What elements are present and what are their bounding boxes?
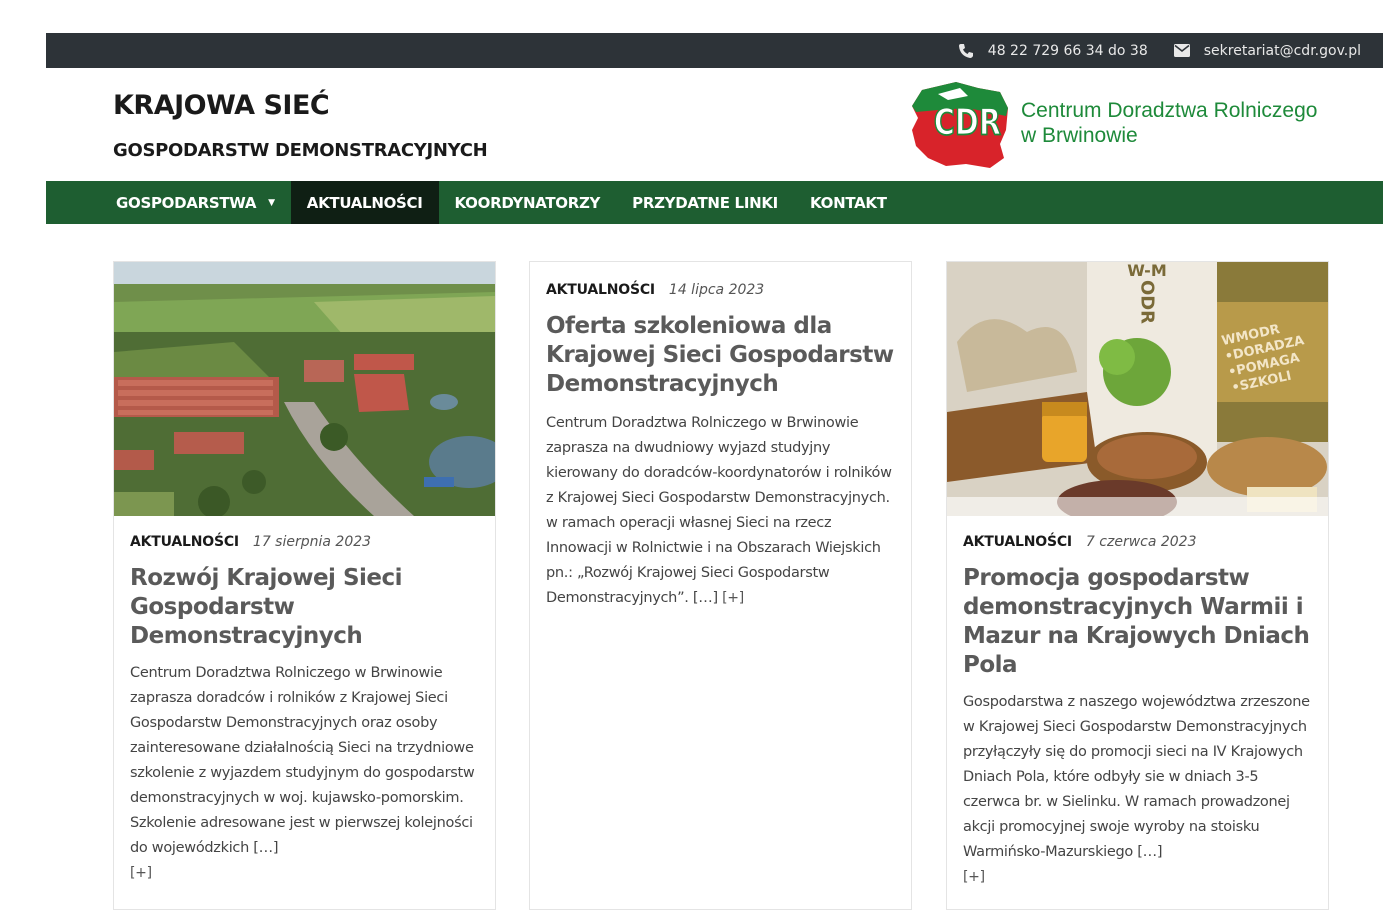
post-card: AKTUALNOŚCI 17 sierpnia 2023 Rozwój Kraj…: [113, 261, 496, 910]
top-bar: 48 22 729 66 34 do 38 sekretariat@cdr.go…: [46, 33, 1383, 68]
nav-item-aktualnosci[interactable]: AKTUALNOŚCI: [290, 181, 439, 224]
nav-item-label: AKTUALNOŚCI: [306, 193, 423, 212]
nav-item-label: GOSPODARSTWA: [116, 193, 257, 212]
phone-number: 48 22 729 66 34 do 38: [987, 42, 1148, 59]
nav-item-label: KOORDYNATORZY: [454, 193, 601, 212]
nav-item-gospodarstwa[interactable]: GOSPODARSTWA ▼: [100, 181, 291, 224]
post-category[interactable]: AKTUALNOŚCI: [963, 534, 1072, 550]
read-more-link[interactable]: [+]: [963, 865, 1312, 890]
email-address: sekretariat@cdr.gov.pl: [1203, 42, 1361, 59]
logo-text: CDR: [934, 100, 1001, 143]
post-excerpt-text: Centrum Doradztwa Rolniczego w Brwinowie…: [130, 665, 475, 856]
banner-sign-top: W-M: [1127, 262, 1167, 280]
post-image-promotion-stand[interactable]: W-M ODR WMODR•DORADZA•POMAGA•SZKOLI: [947, 262, 1328, 516]
post-category[interactable]: AKTUALNOŚCI: [546, 282, 655, 298]
site-title[interactable]: KRAJOWA SIEĆ: [113, 90, 330, 121]
post-meta: AKTUALNOŚCI 7 czerwca 2023: [963, 534, 1312, 550]
organization-name[interactable]: Centrum Doradztwa Rolniczego w Brwinowie: [1021, 98, 1317, 148]
main-navigation: GOSPODARSTWA ▼ AKTUALNOŚCI KOORDYNATORZY…: [46, 181, 1383, 224]
post-excerpt: Centrum Doradztwa Rolniczego w Brwinowie…: [546, 411, 895, 611]
post-meta: AKTUALNOŚCI 14 lipca 2023: [546, 282, 895, 298]
post-title[interactable]: Oferta szkoleniowa dla Krajowej Sieci Go…: [546, 312, 895, 399]
email-contact[interactable]: sekretariat@cdr.gov.pl: [1173, 42, 1361, 59]
nav-item-przydatne-linki[interactable]: PRZYDATNE LINKI: [616, 181, 794, 224]
post-date: 7 czerwca 2023: [1085, 534, 1197, 550]
read-more-link[interactable]: [+]: [722, 590, 744, 606]
organization-name-line1: Centrum Doradztwa Rolniczego: [1021, 99, 1318, 122]
post-card: W-M ODR WMODR•DORADZA•POMAGA•SZKOLI AKTU…: [946, 261, 1329, 910]
nav-item-label: PRZYDATNE LINKI: [632, 193, 778, 212]
post-category[interactable]: AKTUALNOŚCI: [130, 534, 239, 550]
nav-item-koordynatorzy[interactable]: KOORDYNATORZY: [439, 181, 617, 224]
phone-icon: [958, 43, 974, 59]
cdr-logo[interactable]: CDR: [908, 78, 1012, 170]
nav-item-kontakt[interactable]: KONTAKT: [794, 181, 903, 224]
post-card: AKTUALNOŚCI 14 lipca 2023 Oferta szkolen…: [529, 261, 912, 910]
envelope-icon: [1173, 44, 1190, 57]
nav-item-label: KONTAKT: [809, 193, 887, 212]
post-excerpt-text: Gospodarstwa z naszego województwa zrzes…: [963, 694, 1310, 860]
dropdown-caret-icon: ▼: [268, 197, 275, 208]
post-excerpt-text: Centrum Doradztwa Rolniczego w Brwinowie…: [546, 415, 892, 606]
post-excerpt: Gospodarstwa z naszego województwa zrzes…: [963, 690, 1312, 890]
site-header: KRAJOWA SIEĆ GOSPODARSTW DEMONSTRACYJNYC…: [46, 68, 1383, 181]
post-meta: AKTUALNOŚCI 17 sierpnia 2023: [130, 534, 479, 550]
site-subtitle[interactable]: GOSPODARSTW DEMONSTRACYJNYCH: [113, 140, 488, 161]
post-date: 14 lipca 2023: [668, 282, 765, 298]
organization-name-line2: w Brwinowie: [1021, 124, 1138, 147]
page: 48 22 729 66 34 do 38 sekretariat@cdr.go…: [46, 33, 1383, 924]
post-excerpt: Centrum Doradztwa Rolniczego w Brwinowie…: [130, 661, 479, 886]
read-more-link[interactable]: [+]: [130, 861, 479, 886]
post-title[interactable]: Rozwój Krajowej Sieci Gospodarstw Demons…: [130, 564, 479, 651]
post-date: 17 sierpnia 2023: [252, 534, 372, 550]
post-image-farm-aerial[interactable]: [114, 262, 495, 516]
banner-sign-vertical: ODR: [1137, 280, 1158, 324]
post-title[interactable]: Promocja gospodarstw demonstracyjnych Wa…: [963, 564, 1312, 680]
phone-contact[interactable]: 48 22 729 66 34 do 38: [958, 43, 1148, 59]
